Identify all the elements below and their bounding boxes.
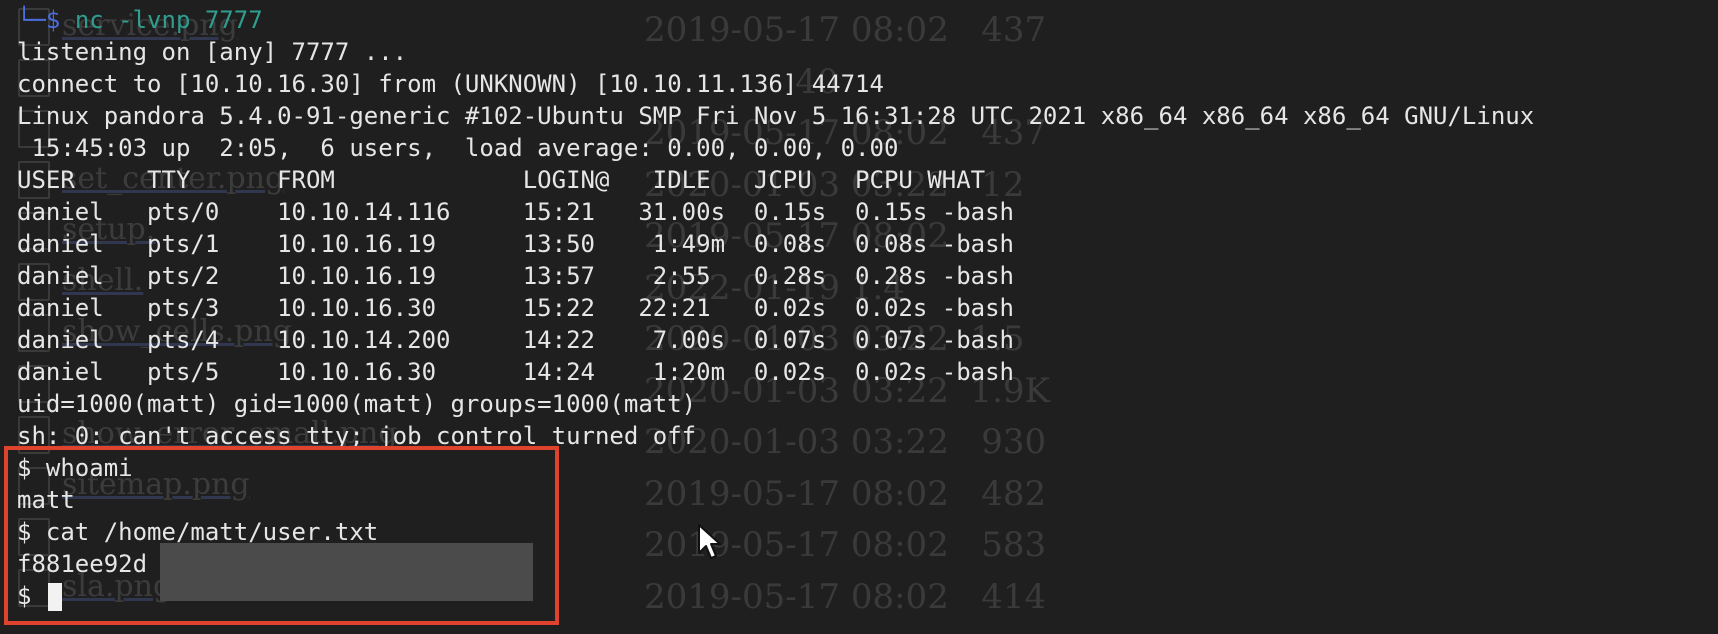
command-output: listening on [any] 7777 ... connect to [1… [17,36,1534,452]
output-line: USER TTY FROM LOGIN@ IDLE JCPU PCPU WHAT [17,166,986,194]
output-line: daniel pts/4 10.10.14.200 14:22 7.00s 0.… [17,326,1014,354]
listener-command-line: └─$ nc -lvnp 7777 [17,4,1534,36]
output-line: daniel pts/1 10.10.16.19 13:50 1:49m 0.0… [17,230,1014,258]
prompt-dollar: $ [45,6,61,34]
listener-command: nc -lvnp 7777 [74,6,263,34]
output-line: connect to [10.10.16.30] from (UNKNOWN) … [17,70,884,98]
output-line: listening on [any] 7777 ... [17,38,408,66]
mouse-pointer-icon [697,523,723,565]
output-line: daniel pts/2 10.10.16.19 13:57 2:55 0.28… [17,262,1014,290]
prompt-corner: └─ [17,6,46,34]
output-line: daniel pts/0 10.10.14.116 15:21 31.00s 0… [17,198,1014,226]
output-line: Linux pandora 5.4.0-91-generic #102-Ubun… [17,102,1535,130]
output-line: daniel pts/3 10.10.16.30 15:22 22:21 0.0… [17,294,1014,322]
redaction-overlay [160,543,533,601]
terminal-window[interactable]: service.png set_center.png setup. shell. sho… [0,0,1718,634]
output-line: daniel pts/5 10.10.16.30 14:24 1:20m 0.0… [17,358,1014,386]
output-line: 15:45:03 up 2:05, 6 users, load average:… [17,134,899,162]
output-line: uid=1000(matt) gid=1000(matt) groups=100… [17,390,697,418]
